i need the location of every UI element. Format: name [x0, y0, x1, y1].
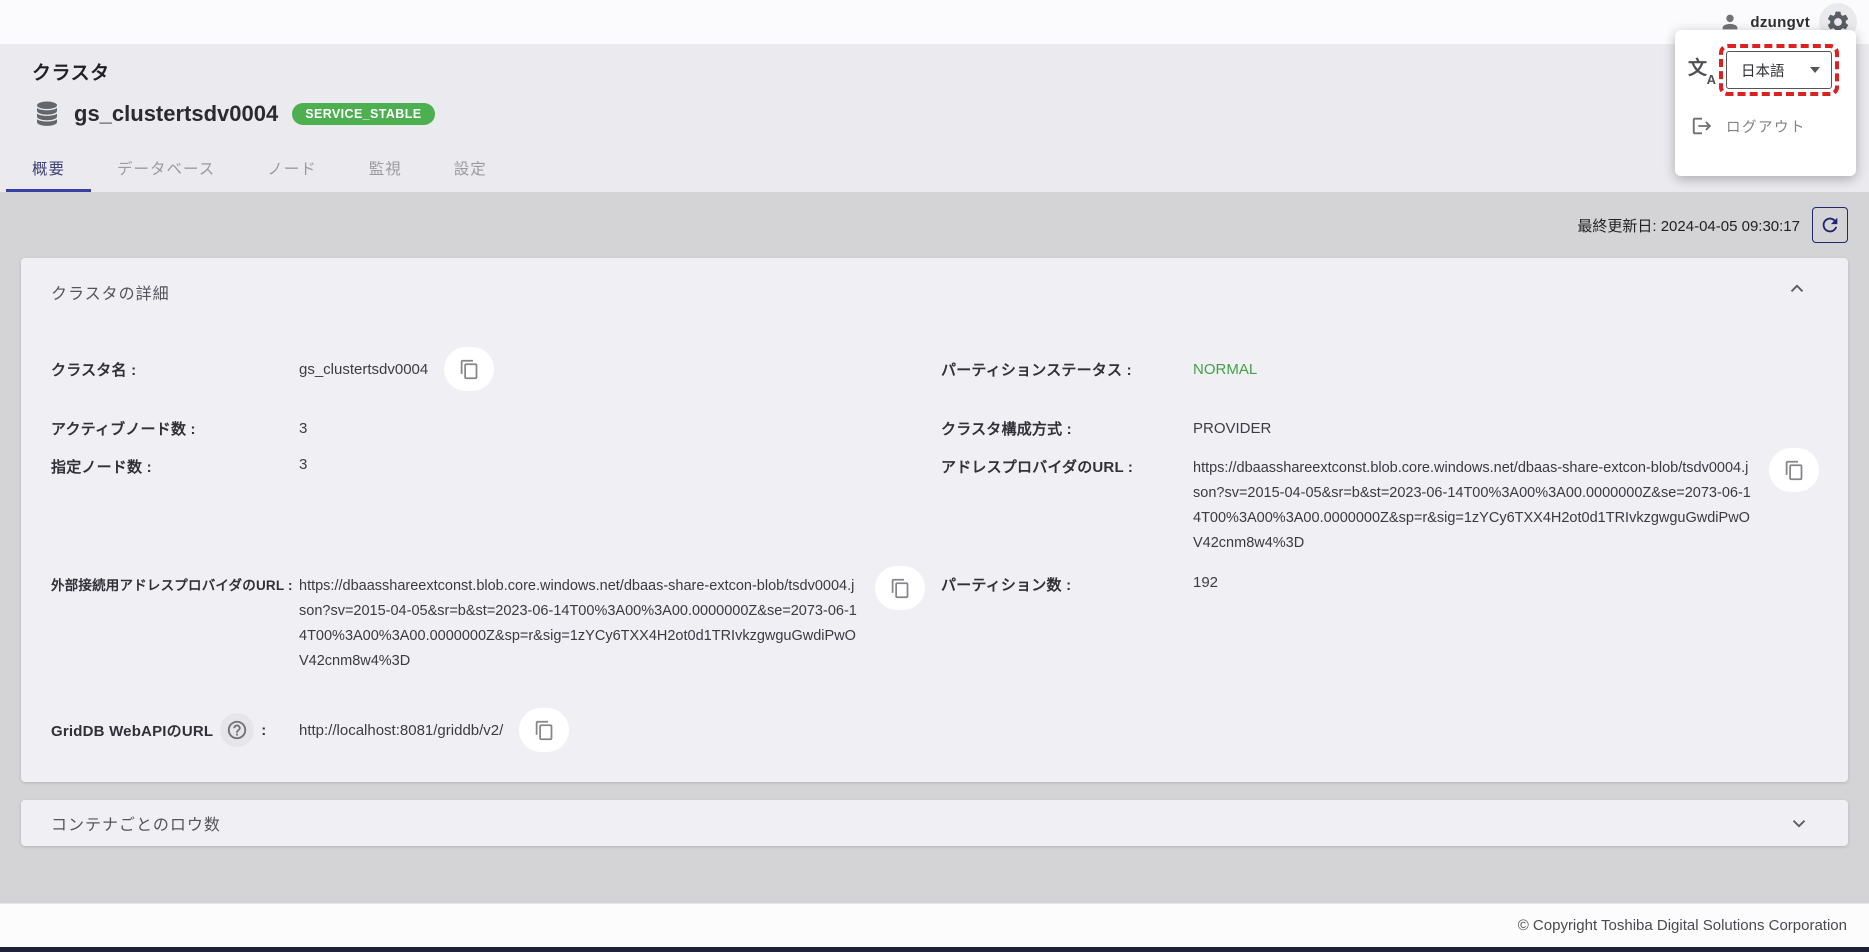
- database-icon: [32, 99, 62, 129]
- field-row: クラスタ名 : gs_clustertsdv0004 パーティションステータス …: [51, 338, 1818, 400]
- footer: © Copyright Toshiba Digital Solutions Co…: [0, 903, 1869, 947]
- copy-webapi-url-button[interactable]: [519, 708, 569, 752]
- chevron-down-icon: [1810, 67, 1820, 73]
- active-nodes-label: アクティブノード数 :: [51, 418, 299, 439]
- partition-status-value: NORMAL: [1193, 361, 1818, 378]
- logout-icon: [1691, 115, 1713, 137]
- details-fields: クラスタ名 : gs_clustertsdv0004 パーティションステータス …: [51, 338, 1818, 756]
- tab-overview[interactable]: 概要: [6, 145, 91, 192]
- cluster-name-field-value: gs_clustertsdv0004: [299, 361, 428, 378]
- translate-icon: 文 A: [1688, 55, 1714, 85]
- refresh-button[interactable]: [1812, 207, 1848, 243]
- logout-menu-item[interactable]: ログアウト: [1688, 115, 1846, 137]
- tab-bar: 概要 データベース ノード 監視 設定: [6, 145, 1869, 192]
- copy-icon: [459, 359, 480, 380]
- cluster-config-value: PROVIDER: [1193, 420, 1818, 437]
- window-bottom-edge: [0, 947, 1869, 952]
- tab-node[interactable]: ノード: [241, 145, 343, 192]
- top-app-bar: dzungvt: [0, 0, 1869, 44]
- last-updated-label: 最終更新日: 2024-04-05 09:30:17: [1577, 215, 1800, 236]
- cluster-title-row: gs_clustertsdv0004 SERVICE_STABLE: [32, 99, 1869, 129]
- expand-panel-button[interactable]: [1784, 808, 1814, 838]
- copy-address-provider-url-button[interactable]: [1769, 448, 1819, 492]
- tab-monitoring[interactable]: 監視: [343, 145, 428, 192]
- copyright-text: © Copyright Toshiba Digital Solutions Co…: [1518, 917, 1847, 934]
- address-provider-url-value: https://dbaasshareextconst.blob.core.win…: [1193, 456, 1753, 556]
- collapse-panel-button[interactable]: [1782, 274, 1812, 304]
- copy-external-address-provider-url-button[interactable]: [875, 566, 925, 610]
- refresh-row: 最終更新日: 2024-04-05 09:30:17: [21, 192, 1848, 258]
- partition-status-label: パーティションステータス :: [941, 359, 1193, 380]
- container-rows-panel[interactable]: コンテナごとのロウ数: [21, 800, 1848, 846]
- address-provider-url-label: アドレスプロバイダのURL :: [941, 456, 1193, 477]
- user-settings-menu: 文 A 日本語 ログアウト: [1675, 30, 1856, 176]
- cluster-config-label: クラスタ構成方式 :: [941, 418, 1193, 439]
- field-row: 外部接続用アドレスプロバイダのURL : https://dbaassharee…: [51, 574, 1818, 704]
- webapi-url-label: GridDB WebAPIのURL: [51, 720, 213, 741]
- webapi-help-button[interactable]: [220, 713, 254, 747]
- translate-icon-lat: A: [1707, 72, 1716, 87]
- webapi-url-label-colon: :: [261, 722, 266, 739]
- webapi-url-value: http://localhost:8081/griddb/v2/: [299, 722, 503, 739]
- logout-label: ログアウト: [1726, 116, 1806, 137]
- external-address-provider-url-value: https://dbaasshareextconst.blob.core.win…: [299, 574, 859, 674]
- partition-count-label: パーティション数 :: [941, 574, 1193, 595]
- external-address-provider-url-label: 外部接続用アドレスプロバイダのURL :: [51, 574, 299, 594]
- cluster-name-field-label: クラスタ名 :: [51, 359, 299, 380]
- rows-panel-title: コンテナごとのロウ数: [51, 811, 221, 835]
- details-panel-title: クラスタの詳細: [51, 280, 1818, 304]
- field-row: GridDB WebAPIのURL : http://localhost:808…: [51, 704, 1818, 756]
- designated-nodes-label: 指定ノード数 :: [51, 456, 299, 477]
- field-row: 指定ノード数 : 3 アドレスプロバイダのURL : https://dbaas…: [51, 456, 1818, 574]
- main-content: 最終更新日: 2024-04-05 09:30:17 クラスタの詳細 クラスタ名…: [0, 192, 1869, 903]
- language-select[interactable]: 日本語: [1726, 51, 1832, 89]
- copy-icon: [1784, 460, 1805, 481]
- cluster-details-panel: クラスタの詳細 クラスタ名 : gs_clustertsdv0004 パーティシ…: [21, 258, 1848, 782]
- designated-nodes-value: 3: [299, 456, 941, 473]
- tab-settings[interactable]: 設定: [428, 145, 513, 192]
- username-label: dzungvt: [1750, 14, 1810, 31]
- copy-icon: [534, 720, 555, 741]
- partition-count-value: 192: [1193, 574, 1818, 591]
- chevron-up-icon: [1786, 278, 1808, 300]
- status-badge: SERVICE_STABLE: [292, 103, 434, 125]
- cluster-name: gs_clustertsdv0004: [74, 101, 278, 127]
- refresh-icon: [1819, 214, 1841, 236]
- page-header: クラスタ gs_clustertsdv0004 SERVICE_STABLE 概…: [0, 44, 1869, 192]
- active-nodes-value: 3: [299, 420, 941, 437]
- help-icon: [226, 719, 248, 741]
- chevron-down-icon: [1788, 812, 1810, 834]
- page-title: クラスタ: [32, 58, 1869, 85]
- annotation-highlight: 日本語: [1719, 44, 1839, 96]
- copy-icon: [890, 578, 911, 599]
- copy-cluster-name-button[interactable]: [444, 347, 494, 391]
- language-select-value: 日本語: [1741, 60, 1785, 81]
- field-row: アクティブノード数 : 3 クラスタ構成方式 : PROVIDER: [51, 400, 1818, 456]
- translate-icon-zh: 文: [1688, 53, 1707, 80]
- language-row: 文 A 日本語: [1688, 44, 1846, 96]
- tab-database[interactable]: データベース: [91, 145, 241, 192]
